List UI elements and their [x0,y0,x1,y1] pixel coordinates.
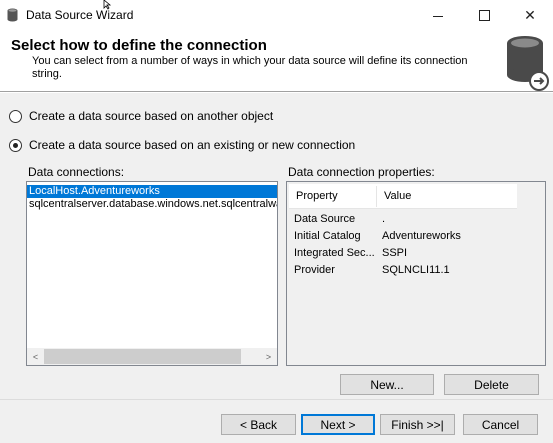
minimize-icon [433,16,443,17]
value-column-header: Value [384,190,412,202]
wizard-header: Select how to define the connection You … [0,31,553,91]
page-subtitle: You can select from a number of ways in … [32,55,468,80]
minimize-button[interactable] [415,0,461,31]
property-column-header: Property [296,190,338,202]
connection-properties-grid: Property Value Data Source . Initial Cat… [286,181,546,366]
property-name: Integrated Sec... [294,247,375,259]
connection-properties-label: Data connection properties: [288,165,435,179]
delete-connection-button[interactable]: Delete [444,374,539,395]
list-item[interactable]: LocalHost.Adventureworks [27,185,277,198]
property-value: SQLNCLI11.1 [382,264,450,276]
data-connections-list[interactable]: LocalHost.Adventureworks sqlcentralserve… [26,181,278,366]
data-connections-label: Data connections: [28,165,125,179]
page-title: Select how to define the connection [11,37,267,54]
back-button[interactable]: < Back [221,414,296,435]
close-button[interactable]: ✕ [507,0,553,31]
mouse-cursor-icon [103,0,112,10]
property-name: Provider [294,264,335,276]
scroll-right-icon[interactable]: > [260,348,277,365]
property-name: Data Source [294,213,356,225]
finish-button[interactable]: Finish >>| [380,414,455,435]
database-app-icon [7,8,18,22]
next-button[interactable]: Next > [301,414,375,435]
option-another-object[interactable]: Create a data source based on another ob… [9,109,273,123]
property-value: SSPI [382,247,408,259]
properties-header: Property Value [289,184,517,209]
close-icon: ✕ [524,7,536,23]
new-connection-button[interactable]: New... [340,374,434,395]
scroll-left-icon[interactable]: < [27,348,44,365]
option-another-object-label: Create a data source based on another ob… [29,109,274,123]
maximize-button[interactable] [461,0,507,31]
window-title: Data Source Wizard [26,8,134,22]
footer-divider [0,399,553,400]
cancel-button[interactable]: Cancel [463,414,538,435]
maximize-icon [478,10,490,21]
title-bar: Data Source Wizard ✕ [0,0,553,31]
option-existing-connection-label: Create a data source based on an existin… [29,138,356,152]
option-existing-connection[interactable]: Create a data source based on an existin… [9,138,355,152]
property-name: Initial Catalog [294,230,361,242]
property-value: Adventureworks [382,230,461,242]
horizontal-scrollbar[interactable]: < > [27,348,277,365]
radio-existing-connection[interactable] [9,138,22,152]
property-value: . [382,213,386,225]
radio-another-object[interactable] [9,109,22,123]
database-icon [507,36,549,91]
scrollbar-thumb[interactable] [44,349,241,364]
list-item[interactable]: sqlcentralserver.database.windows.net.sq… [27,198,277,211]
